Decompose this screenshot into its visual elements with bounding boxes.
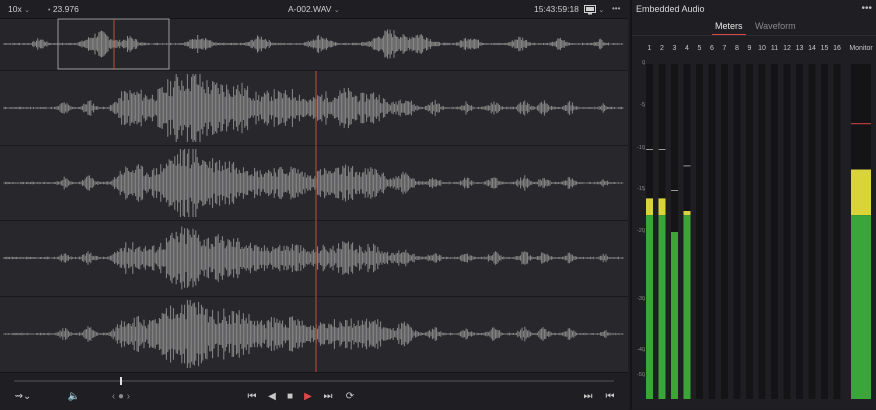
channel-number-11: 11 [770,45,779,52]
waveform [3,226,624,290]
meter-track-16 [833,64,841,399]
skip-end-icon[interactable]: ⏮ [602,389,618,405]
channel-number-5: 5 [697,45,702,52]
scale-label: -50 [637,372,645,378]
stop-icon[interactable]: ■ [282,389,298,405]
volume-icon[interactable]: 🔈 [66,389,82,405]
meter-track-5 [696,64,703,399]
waveform [3,74,624,142]
scale-label: -10 [637,145,645,151]
meter-track-7 [721,64,728,399]
jump-start-icon[interactable]: ⏮ [244,389,260,405]
channel-number-15: 15 [820,45,829,52]
monitor-meter-green [851,215,871,399]
play-icon[interactable]: ▶ [300,389,316,405]
channel-number-16: 16 [833,45,841,52]
scrubber-handle[interactable] [120,377,122,385]
embedded-audio-panel: Embedded Audio ••• Meters Waveform 12345… [630,0,876,409]
meter-track-11 [771,64,778,399]
jump-end-icon[interactable]: ⏭ [580,389,596,405]
scale-label: -15 [637,186,645,192]
meter-track-13 [796,64,803,399]
channel-number-10: 10 [758,45,766,52]
meter-peak-4 [683,165,691,167]
scale-label: -30 [637,296,645,302]
meter-track-6 [708,64,716,399]
meter-green-3 [671,232,678,399]
channel-number-6: 6 [710,45,714,52]
scale-label: -20 [637,228,645,234]
channel-number-9: 9 [747,45,752,52]
meter-yellow-4 [683,211,691,216]
channel-number-8: 8 [735,45,739,52]
scale-label: -40 [637,347,645,353]
scrubber-track[interactable] [14,380,614,382]
meter-track-10 [758,64,766,399]
overview-waveform [3,29,624,59]
channel-number-1: 1 [647,45,652,52]
meter-peak-2 [658,149,666,150]
monitor-peak [851,123,871,125]
waveform-mode-icon[interactable]: ⇝⌄ [10,389,36,405]
meter-peak-3 [671,190,678,191]
meter-track-14 [808,64,816,399]
waveform-display [3,18,624,372]
scale-label: -5 [640,102,645,108]
meter-green-2 [658,215,666,399]
step-forward-icon[interactable]: ⏭ [320,389,336,405]
meter-yellow-1 [646,198,653,216]
jog-icon[interactable]: ‹ ● › [108,389,134,405]
audio-viewer: 10x ⌄ • 23.976 A-002.WAV ⌄ 15:43:59:18 ⌄… [0,0,628,410]
meters-display [643,63,871,399]
meter-track-12 [783,64,791,399]
step-back-icon[interactable]: ◀ [264,389,280,405]
meter-track-15 [821,64,828,399]
meter-peak-1 [646,149,653,150]
channel-number-13: 13 [795,45,804,52]
waveform [3,300,624,368]
meter-green-4 [683,215,691,399]
meter-track-9 [746,64,753,399]
transport-bar: ⇝⌄ 🔈 ‹ ● › ⏮ ◀ ■ ▶ ⏭ ⟳ ⏭ ⏮ [0,372,628,410]
meter-track-8 [733,64,741,399]
loop-icon[interactable]: ⟳ [342,389,358,405]
channel-number-4: 4 [685,45,689,52]
meter-yellow-2 [658,198,666,216]
channel-number-7: 7 [722,45,727,52]
audio-app: 10x ⌄ • 23.976 A-002.WAV ⌄ 15:43:59:18 ⌄… [0,0,876,410]
monitor-label: Monitor [849,45,873,52]
channel-number-2: 2 [660,45,664,52]
meter-green-1 [646,215,653,399]
channel-number-12: 12 [783,45,791,52]
channel-number-14: 14 [808,45,816,52]
monitor-meter-yellow [851,169,871,216]
waveform [3,149,624,217]
channel-number-3: 3 [672,45,677,52]
scale-label: 0 [641,60,645,66]
